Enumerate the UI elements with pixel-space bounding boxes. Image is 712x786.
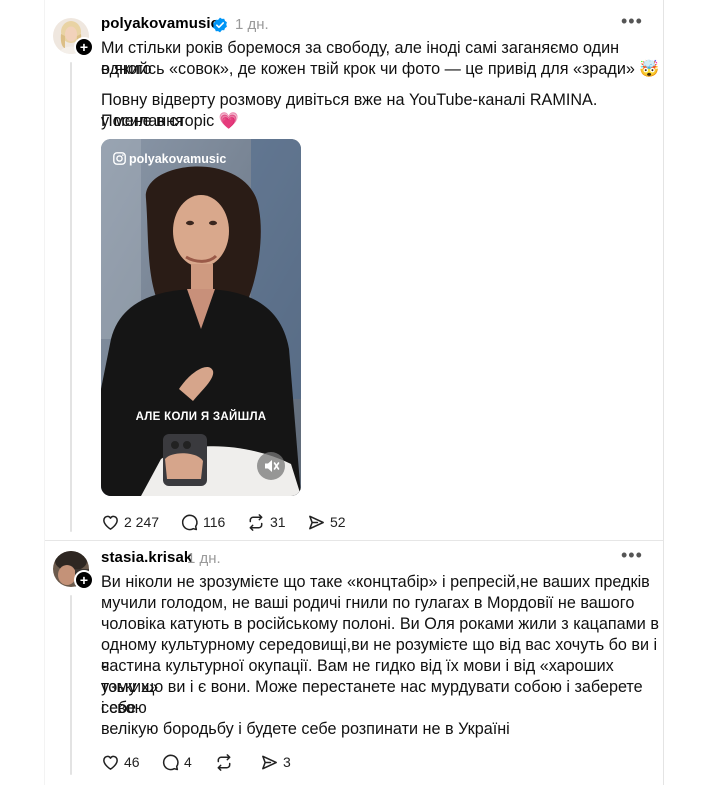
post: + polyakovamusic 1 дн. ••• Ми стільки ро… [45, 0, 663, 540]
repost-count: 31 [270, 514, 286, 530]
muted-speaker-icon[interactable] [257, 452, 285, 480]
share-button[interactable]: 52 [307, 511, 346, 533]
post-username[interactable]: stasia.krisak [101, 549, 192, 566]
heart-icon [103, 515, 118, 530]
thread-feed: + polyakovamusic 1 дн. ••• Ми стільки ро… [44, 0, 664, 785]
video-caption: АЛЕ КОЛИ Я ЗАЙШЛА [135, 411, 267, 423]
like-count: 2 247 [124, 514, 160, 530]
post-username[interactable]: polyakovamusic [101, 15, 219, 32]
instagram-icon [113, 152, 126, 165]
post-text-line: чоловіка катують в російському полоні. В… [101, 615, 659, 633]
more-dots-icon[interactable]: ••• [621, 546, 643, 564]
send-icon [262, 755, 277, 769]
share-count: 52 [330, 514, 346, 530]
comment-count: 116 [203, 514, 226, 530]
more-dots-icon[interactable]: ••• [621, 12, 643, 30]
like-button[interactable]: 46 [101, 751, 140, 773]
post: + stasia.krisak 1 дн. ••• Ви ніколи не з… [45, 540, 663, 786]
follow-plus-icon[interactable]: + [74, 37, 94, 57]
post-text-line: Ви ніколи не зрозумієте що таке «концтаб… [101, 573, 650, 591]
repost-button[interactable] [214, 751, 238, 773]
like-count: 46 [124, 754, 140, 770]
post-text-line: і свою [101, 699, 147, 717]
share-button[interactable]: 3 [260, 751, 291, 773]
post-text-line: у мене в сторіс 💗 [101, 112, 239, 130]
thread-line [70, 62, 72, 532]
post-actions: 2 247 116 31 52 [101, 511, 401, 533]
verified-badge-icon [213, 17, 227, 33]
repost-arrows-icon [249, 513, 263, 531]
heart-icon [103, 755, 118, 770]
comment-bubble-icon [181, 514, 198, 530]
send-icon [309, 515, 324, 529]
comment-button[interactable]: 116 [180, 511, 225, 533]
follow-plus-icon[interactable]: + [74, 570, 94, 590]
post-text-line: тому що ви і є вони. Може перестанете на… [101, 678, 643, 717]
post-timestamp: 1 дн. [187, 550, 221, 567]
comment-count: 4 [184, 754, 192, 770]
video-overlay-handle: polyakovamusic [129, 152, 227, 166]
like-button[interactable]: 2 247 [101, 511, 159, 533]
thread-line [70, 595, 72, 775]
post-actions: 46 4 3 [101, 751, 401, 773]
repost-arrows-icon [217, 753, 231, 771]
post-text-line: мучили голодом, не ваші родичі гнили по … [101, 594, 635, 612]
comment-button[interactable]: 4 [161, 751, 192, 773]
post-text-line: в якийсь «совок», де кожен твій крок чи … [101, 60, 660, 78]
video-thumbnail[interactable]: polyakovamusic АЛЕ КОЛИ Я ЗАЙШЛА [101, 139, 301, 496]
post-text-line: велікую бородьбу і будете себе розпинати… [101, 720, 510, 738]
video-frame [101, 139, 301, 496]
comment-bubble-icon [162, 754, 179, 770]
repost-button[interactable]: 31 [246, 511, 286, 533]
post-timestamp: 1 дн. [235, 16, 269, 33]
share-count: 3 [283, 754, 291, 770]
